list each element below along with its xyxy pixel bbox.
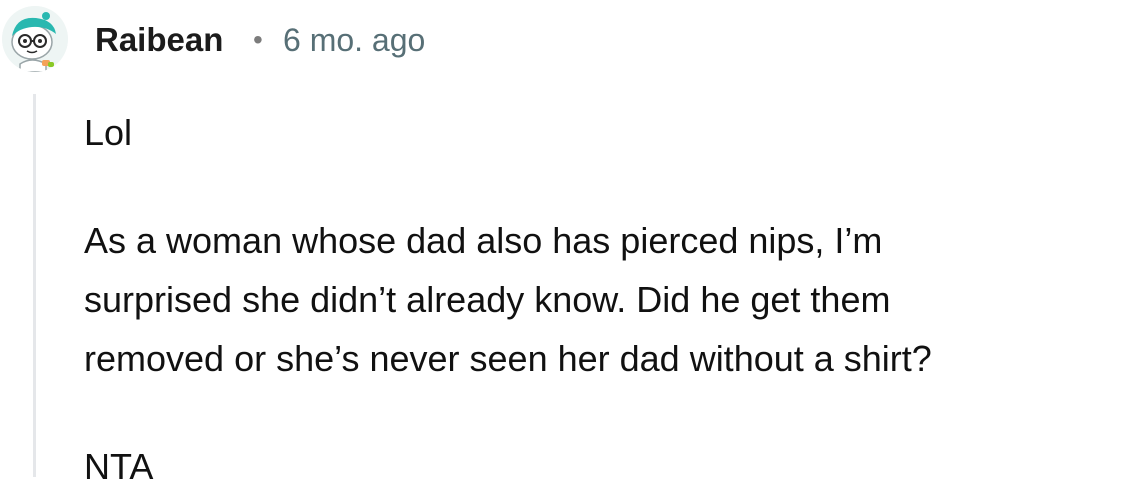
comment-header: Raibean • 6 mo. ago <box>0 0 1142 84</box>
snoo-avatar-icon <box>2 6 68 72</box>
comment: Raibean • 6 mo. ago Lol As a woman whose… <box>0 0 1142 487</box>
comment-paragraph: NTA <box>84 446 154 487</box>
comment-timestamp[interactable]: 6 mo. ago <box>283 20 425 60</box>
comment-body: Lol As a woman whose dad also has pierce… <box>84 103 1134 496</box>
thread-line[interactable] <box>33 94 36 477</box>
avatar[interactable] <box>2 6 68 72</box>
author-username[interactable]: Raibean <box>95 20 223 60</box>
comment-paragraph: Lol <box>84 112 133 153</box>
meta-separator: • <box>253 24 263 55</box>
comment-paragraph: As a woman whose dad also has pierced ni… <box>84 220 932 379</box>
